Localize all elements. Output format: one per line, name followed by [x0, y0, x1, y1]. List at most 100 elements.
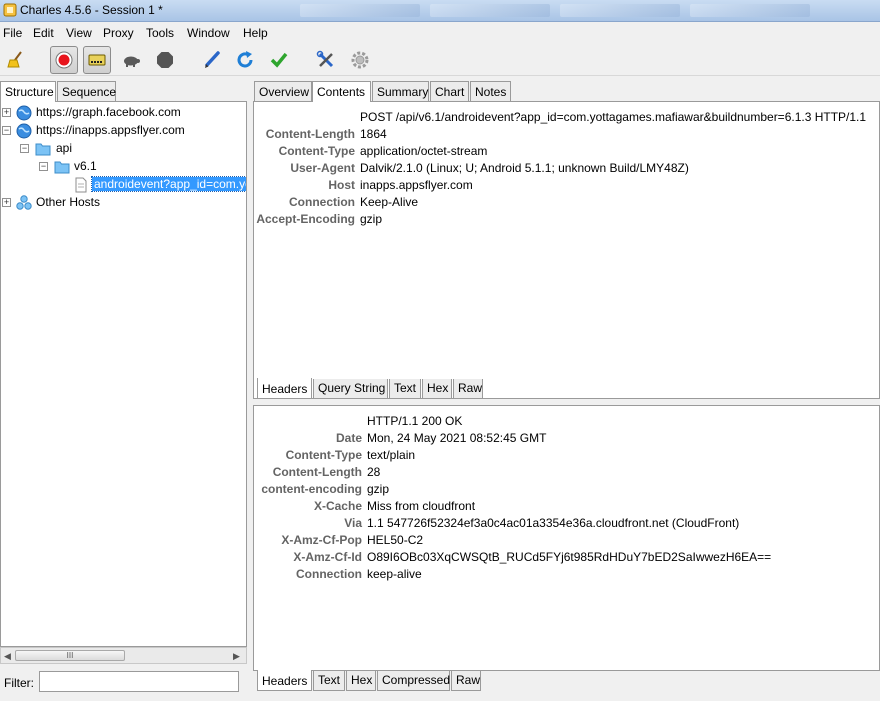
tree-item-label: https://graph.facebook.com [36, 105, 181, 119]
response-header-value: text/plain [367, 448, 416, 462]
response-header-key: X-Amz-Cf-Id [293, 550, 362, 564]
settings-button[interactable] [346, 46, 374, 74]
collapse-icon[interactable]: − [39, 162, 48, 171]
tab-summary[interactable]: Summary [372, 81, 429, 101]
tree-item-other-hosts[interactable]: + Other Hosts [1, 194, 246, 212]
response-header-value: HEL50-C2 [367, 533, 424, 547]
request-header-value: inapps.appsflyer.com [360, 178, 473, 192]
request-header-value: gzip [360, 212, 383, 226]
background-tab-ghost [560, 4, 680, 17]
tools-icon [316, 50, 334, 68]
request-line: POST /api/v6.1/androidevent?app_id=com.y… [360, 110, 867, 124]
tab-chart[interactable]: Chart [430, 81, 469, 101]
checkmark-icon [270, 52, 288, 68]
response-tab-hex[interactable]: Hex [346, 671, 376, 691]
tree-item-label: Other Hosts [36, 195, 101, 209]
response-header-key: X-Amz-Cf-Pop [281, 533, 362, 547]
settings-icon [351, 51, 369, 69]
background-tab-ghost [300, 4, 420, 17]
breakpoints-button[interactable] [117, 46, 145, 74]
response-tab-text[interactable]: Text [313, 671, 345, 691]
response-tab-compressed[interactable]: Compressed [377, 671, 450, 691]
tools-button[interactable] [312, 46, 340, 74]
tab-contents[interactable]: Contents [312, 81, 371, 102]
tree-item-v6-1[interactable]: − v6.1 [1, 158, 246, 176]
background-tab-ghost [690, 4, 810, 17]
scroll-thumb[interactable]: III [15, 650, 125, 661]
menu-help[interactable]: Help [243, 26, 268, 40]
request-header-key: Host [328, 178, 355, 192]
structure-tree: + https://graph.facebook.com − https://i… [0, 101, 247, 647]
tree-horizontal-scrollbar[interactable]: ◀ III ▶ [0, 647, 247, 664]
menu-window[interactable]: Window [187, 26, 230, 40]
response-header-key: X-Cache [313, 499, 362, 513]
request-tab-raw[interactable]: Raw [453, 379, 483, 399]
menu-proxy[interactable]: Proxy [103, 26, 134, 40]
charles-app-icon [3, 3, 17, 17]
collapse-icon[interactable]: − [2, 126, 11, 135]
pen-icon [205, 51, 220, 68]
menu-tools[interactable]: Tools [146, 26, 174, 40]
request-header-key: Content-Length [265, 127, 355, 141]
tree-item-api[interactable]: − api [1, 140, 246, 158]
left-tab-strip: Structure Sequence [0, 81, 247, 102]
response-tab-raw[interactable]: Raw [451, 671, 481, 691]
record-icon [55, 51, 73, 69]
response-header-key: Content-Length [272, 465, 362, 479]
tree-item-label: androidevent?app_id=com.yo [91, 176, 246, 192]
request-tab-query-string[interactable]: Query String [313, 379, 388, 399]
request-tab-hex[interactable]: Hex [422, 379, 452, 399]
response-header-value: Miss from cloudfront [367, 499, 476, 513]
refresh-icon [237, 51, 253, 68]
response-tab-headers[interactable]: Headers [257, 670, 312, 691]
response-headers-panel: HTTP/1.1 200 OK Date Mon, 24 May 2021 08… [253, 405, 880, 691]
scroll-left-icon[interactable]: ◀ [4, 651, 11, 662]
stop-icon [157, 52, 173, 68]
window-title: Charles 4.5.6 - Session 1 * [20, 3, 163, 17]
response-header-value: keep-alive [367, 567, 422, 581]
request-header-value: 1864 [360, 127, 387, 141]
title-bar: Charles 4.5.6 - Session 1 * [0, 0, 880, 22]
response-header-value: Mon, 24 May 2021 08:52:45 GMT [367, 431, 547, 445]
tree-item-inapps-appsflyer[interactable]: − https://inapps.appsflyer.com [1, 122, 246, 140]
request-header-key: Content-Type [278, 144, 355, 158]
charles-window: Charles 4.5.6 - Session 1 * File Edit Vi… [0, 0, 880, 701]
response-header-key: Via [344, 516, 362, 530]
throttling-button[interactable] [83, 46, 111, 74]
response-header-key: Content-Type [285, 448, 362, 462]
menu-file[interactable]: File [3, 26, 22, 40]
compose-button[interactable] [198, 46, 226, 74]
turtle-icon [124, 56, 140, 67]
tree-item-label: https://inapps.appsflyer.com [36, 123, 185, 137]
request-header-value: Dalvik/2.1.0 (Linux; U; Android 5.1.1; u… [360, 161, 689, 175]
request-header-key: Connection [289, 195, 355, 209]
repeat-button[interactable] [231, 46, 259, 74]
response-header-key: content-encoding [261, 482, 362, 496]
clear-session-button[interactable] [2, 46, 30, 74]
expand-icon[interactable]: + [2, 198, 11, 207]
expand-icon[interactable]: + [2, 108, 11, 117]
tab-structure[interactable]: Structure [0, 81, 56, 102]
response-header-value: gzip [367, 482, 390, 496]
record-button[interactable] [50, 46, 78, 74]
folder-icon [35, 143, 51, 156]
filter-input[interactable] [39, 671, 239, 692]
validate-button[interactable] [265, 46, 293, 74]
menu-view[interactable]: View [66, 26, 92, 40]
folder-icon [54, 161, 70, 174]
response-header-key: Date [335, 431, 362, 445]
tree-item-androidevent[interactable]: androidevent?app_id=com.yo [1, 176, 246, 194]
globe-icon [16, 123, 32, 139]
broom-icon [7, 51, 22, 68]
collapse-icon[interactable]: − [20, 144, 29, 153]
request-tab-text[interactable]: Text [389, 379, 421, 399]
response-header-value: 1.1 547726f52324ef3a0c4ac01a3354e36a.clo… [367, 516, 740, 530]
stop-button[interactable] [151, 46, 179, 74]
request-tab-headers[interactable]: Headers [257, 378, 312, 399]
tab-overview[interactable]: Overview [254, 81, 312, 101]
tab-sequence[interactable]: Sequence [57, 81, 116, 101]
tree-item-graph-facebook[interactable]: + https://graph.facebook.com [1, 104, 246, 122]
menu-edit[interactable]: Edit [33, 26, 54, 40]
tab-notes[interactable]: Notes [470, 81, 511, 101]
scroll-right-icon[interactable]: ▶ [233, 651, 240, 662]
